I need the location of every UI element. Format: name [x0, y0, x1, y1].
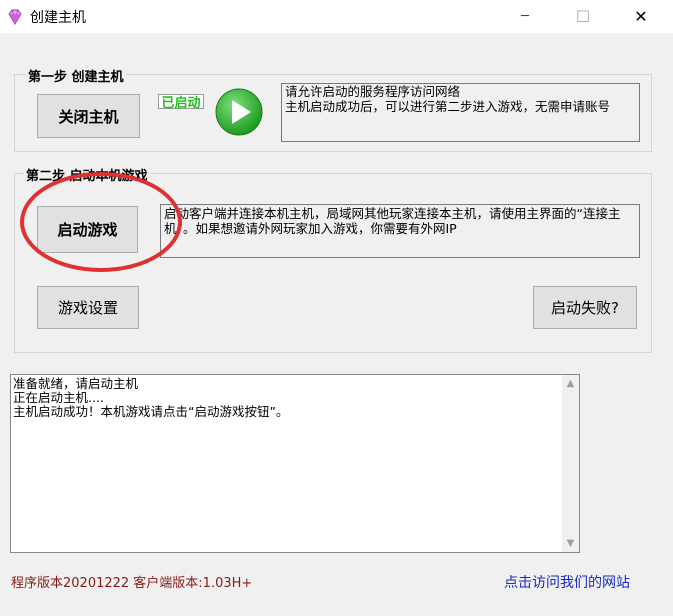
close-host-button[interactable]: 关闭主机: [37, 94, 140, 138]
scroll-up-icon[interactable]: ▲: [562, 375, 579, 392]
window-title: 创建主机: [30, 10, 86, 26]
launch-failed-button[interactable]: 启动失败?: [533, 286, 637, 329]
log-lines: 准备就绪，请启动主机 正在启动主机.... 主机启动成功！本机游戏请点击“启动游…: [13, 377, 288, 419]
game-settings-button[interactable]: 游戏设置: [37, 286, 139, 329]
status-badge: 已启动: [158, 94, 204, 111]
step1-label: 第一步 创建主机: [26, 66, 126, 85]
play-icon[interactable]: [214, 87, 264, 137]
website-link[interactable]: 点击访问我们的网站: [504, 572, 630, 592]
log-line: 主机启动成功！本机游戏请点击“启动游戏按钮”。: [13, 404, 289, 419]
log-textarea[interactable]: 准备就绪，请启动主机 正在启动主机.... 主机启动成功！本机游戏请点击“启动游…: [10, 374, 580, 553]
step1-info-text: 请允许启动的服务程序访问网络 主机启动成功后，可以进行第二步进入游戏，无需申请账…: [285, 84, 611, 114]
step2-info: 启动客户端并连接本机主机，局域网其他玩家连接本主机，请使用主界面的“连接主机”。…: [160, 204, 640, 258]
close-icon: ✕: [634, 7, 648, 26]
start-game-button[interactable]: 启动游戏: [37, 206, 138, 253]
log-scrollbar[interactable]: ▲ ▼: [562, 375, 579, 552]
log-line: 正在启动主机....: [13, 390, 104, 405]
minimize-button[interactable]: ─: [502, 0, 548, 33]
maximize-icon: ☐: [575, 7, 591, 26]
minimize-icon: ─: [521, 9, 529, 24]
step2-label: 第二步 启动本机游戏: [24, 165, 150, 184]
title-bar: 创建主机 ─ ☐ ✕: [0, 0, 673, 33]
version-text: 程序版本20201222 客户端版本:1.03H+: [11, 576, 253, 591]
close-button[interactable]: ✕: [618, 0, 664, 33]
main-window: 创建主机 ─ ☐ ✕ 第一步 创建主机 关闭主机 已启动 请允许启动的服务程序访…: [0, 0, 673, 616]
maximize-button[interactable]: ☐: [560, 0, 606, 33]
step1-info: 请允许启动的服务程序访问网络 主机启动成功后，可以进行第二步进入游戏，无需申请账…: [281, 83, 640, 142]
gem-icon: [8, 9, 22, 25]
scroll-down-icon[interactable]: ▼: [562, 535, 579, 552]
log-line: 准备就绪，请启动主机: [13, 376, 139, 391]
step2-info-text: 启动客户端并连接本机主机，局域网其他玩家连接本主机，请使用主界面的“连接主机”。…: [164, 206, 621, 236]
